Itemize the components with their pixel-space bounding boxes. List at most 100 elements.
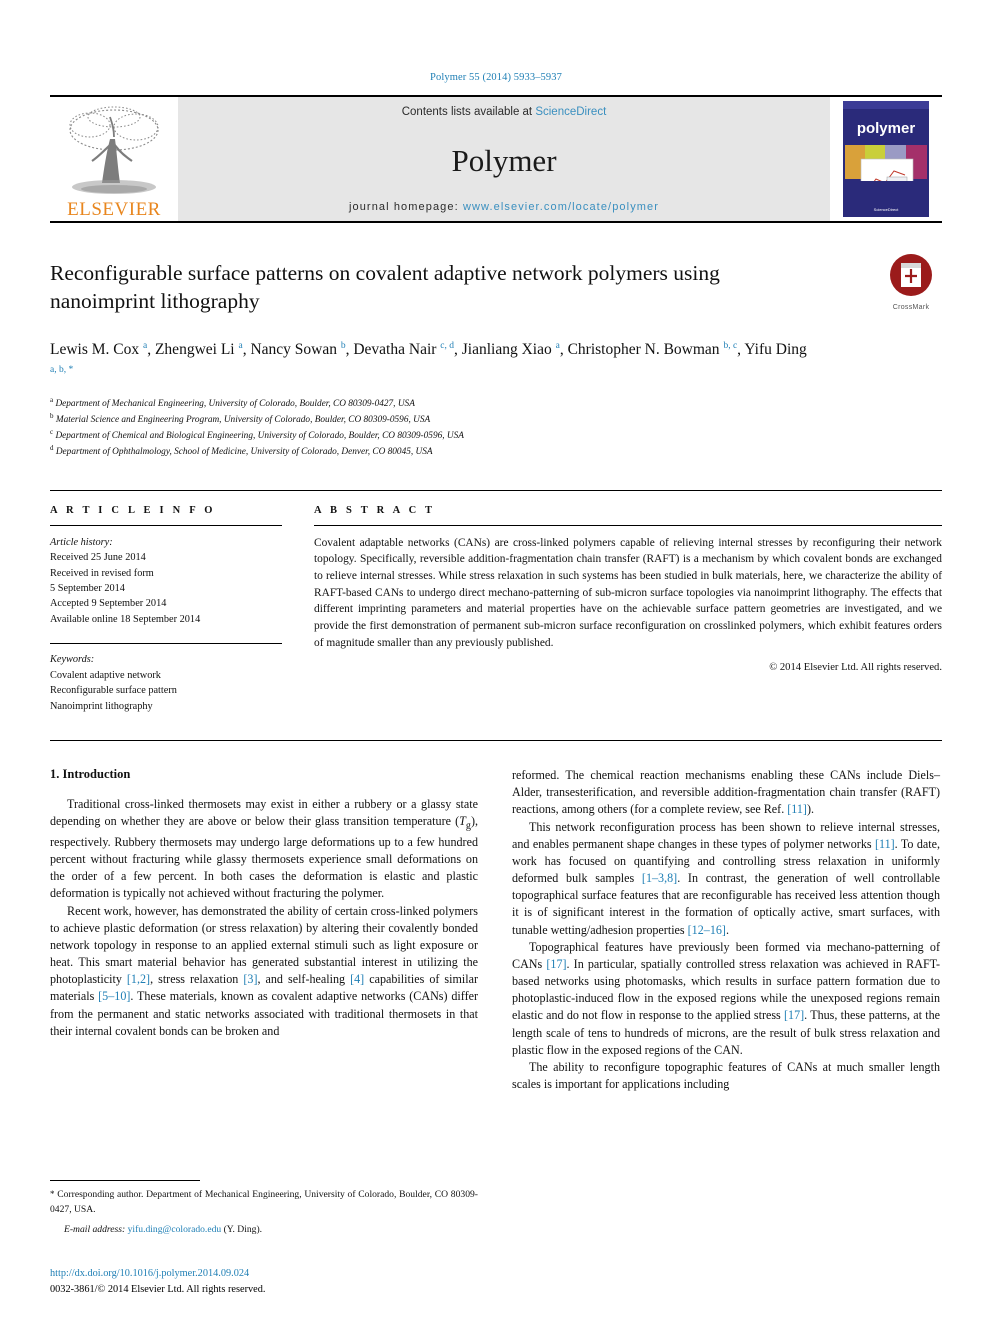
abstract-column: A B S T R A C T Covalent adaptable netwo… — [314, 505, 942, 714]
citation-link[interactable]: [1,2] — [127, 972, 150, 986]
contents-prefix: Contents lists available at — [401, 106, 536, 118]
paragraph: Topographical features have previously b… — [512, 939, 941, 1057]
author-name: Lewis M. Cox — [50, 340, 140, 358]
paragraph: reformed. The chemical reaction mechanis… — [512, 768, 940, 817]
article-info-column: A R T I C L E I N F O Article history: R… — [50, 505, 282, 714]
author-affil-mark: b — [340, 340, 346, 351]
journal-masthead: ELSEVIER Contents lists available at Sci… — [50, 95, 942, 223]
affiliation-mark: a — [50, 395, 54, 404]
author-name: Nancy Sowan — [250, 340, 337, 358]
abstract-copyright: © 2014 Elsevier Ltd. All rights reserved… — [769, 662, 942, 674]
citation-link[interactable]: [5–10] — [98, 989, 130, 1003]
affiliation-item: b Material Science and Engineering Progr… — [50, 411, 942, 427]
crossmark-label: CrossMark — [892, 304, 930, 311]
crossmark-badge[interactable]: CrossMark — [880, 253, 942, 311]
author-name: Devatha Nair — [353, 340, 437, 358]
article-history-block: Article history: Received 25 June 2014 R… — [50, 535, 282, 628]
footnote-star: * — [50, 1189, 55, 1200]
affiliation-item: d Department of Ophthalmology, School of… — [50, 443, 942, 459]
footnote-text: Corresponding author. Department of Mech… — [50, 1189, 478, 1215]
paragraph: The ability to reconfigure topographic f… — [512, 1059, 940, 1092]
citation-link[interactable]: [4] — [350, 972, 364, 986]
author-affil-mark: a — [143, 340, 148, 351]
journal-homepage-link[interactable]: www.elsevier.com/locate/polymer — [463, 201, 659, 213]
paragraph: Traditional cross-linked thermosets may … — [50, 797, 478, 901]
abstract-divider — [314, 524, 942, 526]
svg-text:polymer: polymer — [857, 120, 916, 137]
crossmark-icon — [890, 254, 932, 296]
paper-page: Polymer 55 (2014) 5933–5937 ELSEVIER Con… — [0, 0, 992, 1323]
title-block: Reconfigurable surface patterns on coval… — [50, 254, 942, 316]
citation-link[interactable]: [12–16] — [688, 923, 726, 937]
article-history-item: Received in revised form — [50, 567, 154, 579]
author-affil-mark: c, d — [440, 340, 455, 351]
info-abstract-section: A R T I C L E I N F O Article history: R… — [50, 489, 942, 714]
running-head: Polymer 55 (2014) 5933–5937 — [430, 72, 562, 83]
footer-doi-block: http://dx.doi.org/10.1016/j.polymer.2014… — [50, 1266, 265, 1297]
affiliation-item: a Department of Mechanical Engineering, … — [50, 395, 942, 411]
author-affil-mark: a — [238, 340, 243, 351]
citation-link[interactable]: [11] — [875, 837, 895, 851]
citation-link[interactable]: [3] — [243, 972, 257, 986]
affiliation-item: c Department of Chemical and Biological … — [50, 427, 942, 443]
corresponding-author-footnote: * Corresponding author. Department of Me… — [50, 1180, 478, 1237]
keywords-divider — [50, 643, 282, 645]
citation-link[interactable]: [11] — [787, 802, 807, 816]
body-column-left: 1. Introduction Traditional cross-linked… — [50, 767, 478, 1237]
citation-link[interactable]: [17] — [784, 1008, 804, 1022]
affiliation-text: Department of Mechanical Engineering, Un… — [55, 398, 415, 409]
affiliation-list: a Department of Mechanical Engineering, … — [50, 395, 942, 460]
journal-cover-thumbnail: polymer ScienceDirect — [830, 97, 942, 221]
elsevier-logo: ELSEVIER — [50, 97, 178, 221]
paragraph: This network reconfiguration process has… — [512, 819, 940, 937]
journal-title: Polymer — [451, 143, 557, 178]
affiliation-text: Material Science and Engineering Program… — [55, 415, 431, 426]
citation-link[interactable]: [17] — [546, 957, 566, 971]
masthead-center: Contents lists available at ScienceDirec… — [178, 97, 830, 221]
author-item: Nancy Sowan b — [250, 341, 345, 358]
corresponding-email-link[interactable]: yifu.ding@colorado.edu — [128, 1224, 222, 1235]
author-affil-mark: b, c — [723, 340, 738, 351]
citation-link[interactable]: [1–3,8] — [642, 871, 677, 885]
affiliation-mark: c — [50, 428, 54, 437]
author-item: Zhengwei Li a — [155, 341, 243, 358]
affiliation-mark: b — [50, 412, 54, 420]
body-columns: 1. Introduction Traditional cross-linked… — [50, 740, 942, 1237]
footnote-divider — [50, 1180, 200, 1182]
journal-homepage-line: journal homepage: www.elsevier.com/locat… — [349, 201, 659, 213]
author-affil-mark: a, b, * — [50, 364, 74, 375]
section-heading-introduction: 1. Introduction — [50, 767, 131, 782]
sciencedirect-link[interactable]: ScienceDirect — [535, 106, 606, 118]
article-history-label: Article history: — [50, 536, 113, 548]
email-label: E-mail address: — [64, 1223, 126, 1235]
affiliation-mark: d — [50, 444, 54, 453]
author-item: Christopher N. Bowman b, c — [568, 341, 738, 358]
paragraph: Recent work, however, has demonstrated t… — [50, 903, 478, 1038]
author-name: Jianliang Xiao — [461, 340, 552, 358]
contents-available-line: Contents lists available at ScienceDirec… — [402, 106, 607, 118]
article-history-item: Received 25 June 2014 — [50, 552, 146, 564]
svg-text:ScienceDirect: ScienceDirect — [874, 207, 900, 212]
issn-copyright-line: 0032-3861/© 2014 Elsevier Ltd. All right… — [50, 1283, 266, 1295]
page-title: Reconfigurable surface patterns on coval… — [50, 261, 720, 314]
elsevier-wordmark: ELSEVIER — [67, 199, 161, 220]
author-item: Lewis M. Cox a — [50, 341, 147, 358]
author-item: Devatha Nair c, d — [353, 341, 454, 358]
email-suffix: (Y. Ding). — [223, 1223, 263, 1235]
keywords-block: Keywords: Covalent adaptive network Reco… — [50, 643, 282, 714]
keywords-label: Keywords: — [50, 654, 95, 666]
article-info-divider — [50, 524, 282, 526]
article-info-heading: A R T I C L E I N F O — [50, 504, 216, 516]
elsevier-tree-icon — [69, 106, 159, 194]
keyword-item: Nanoimprint lithography — [50, 700, 153, 712]
abstract-text: Covalent adaptable networks (CANs) are c… — [314, 536, 942, 649]
author-name: Yifu Ding — [744, 340, 807, 358]
affiliation-text: Department of Chemical and Biological En… — [55, 431, 464, 442]
doi-link[interactable]: http://dx.doi.org/10.1016/j.polymer.2014… — [50, 1266, 265, 1281]
author-affil-mark: a — [555, 340, 560, 351]
abstract-heading: A B S T R A C T — [314, 504, 436, 516]
keyword-item: Covalent adaptive network — [50, 669, 161, 681]
body-column-right: reformed. The chemical reaction mechanis… — [512, 767, 940, 1237]
keyword-item: Reconfigurable surface pattern — [50, 685, 177, 697]
article-history-item: 5 September 2014 — [50, 582, 125, 594]
